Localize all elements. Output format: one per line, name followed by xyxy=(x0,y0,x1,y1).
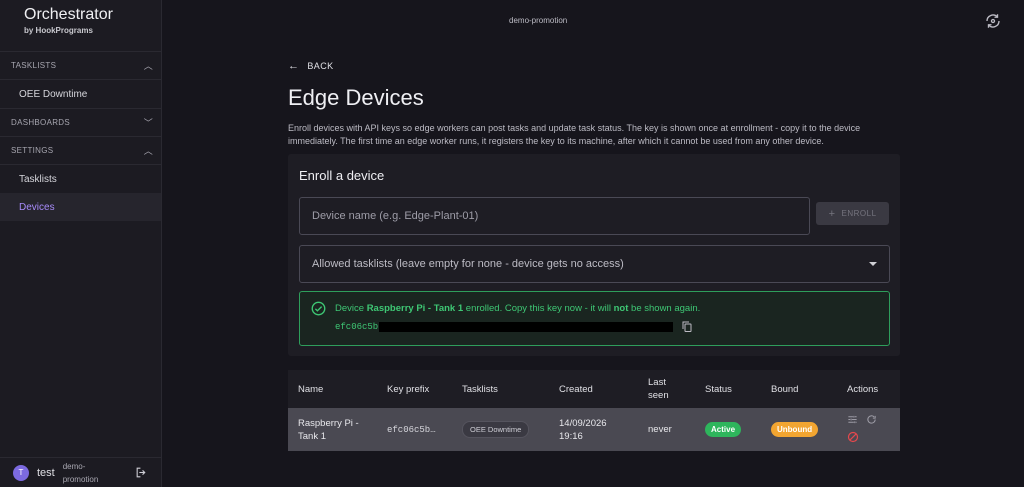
user-bar: T test demo-promotion xyxy=(0,457,162,487)
status-wrap: Active xyxy=(705,422,742,437)
app-title: Orchestrator xyxy=(24,6,113,23)
devices-table: Name Key prefix Tasklists Created Last s… xyxy=(288,370,900,451)
user-name: test xyxy=(37,466,55,479)
enroll-button[interactable]: + ENROLL xyxy=(816,202,889,225)
table-header: Name Key prefix Tasklists Created Last s… xyxy=(288,370,900,408)
page-description: Enroll devices with API keys so edge wor… xyxy=(288,123,861,146)
sync-icon[interactable] xyxy=(984,12,1002,30)
section-label: DASHBOARDS xyxy=(11,118,71,127)
main-content: ← BACK Edge Devices Enroll devices with … xyxy=(288,58,900,356)
col-header-key-prefix[interactable]: Key prefix xyxy=(387,384,429,395)
key-redaction xyxy=(379,321,674,332)
enroll-title: Enroll a device xyxy=(299,168,385,183)
revoke-icon[interactable] xyxy=(847,431,877,446)
tasklists-select[interactable]: Allowed tasklists (leave empty for none … xyxy=(299,245,890,283)
tasklist-chip: OEE Downtime xyxy=(462,421,530,438)
last-seen: never xyxy=(648,424,672,435)
status-badge: Active xyxy=(705,422,742,437)
col-header-bound[interactable]: Bound xyxy=(771,384,798,395)
plus-icon: + xyxy=(828,207,836,220)
col-header-last-seen[interactable]: Last seen xyxy=(648,376,678,402)
device-name-input[interactable] xyxy=(299,197,811,235)
enroll-button-label: ENROLL xyxy=(841,209,877,218)
created-date: 14/09/2026 19:16 xyxy=(559,417,607,442)
topbar: demo-promotion xyxy=(163,0,1024,44)
col-header-name[interactable]: Name xyxy=(298,384,323,395)
back-button[interactable]: ← BACK xyxy=(288,58,900,74)
refresh-icon[interactable] xyxy=(866,414,877,428)
key-prefix: efc06c5b… xyxy=(387,424,436,435)
arrow-left-icon: ← xyxy=(288,60,300,72)
row-actions xyxy=(847,414,877,446)
chevron-up-icon: ︿ xyxy=(143,61,153,71)
section-label: SETTINGS xyxy=(11,146,54,155)
tasklist-chip-wrap: OEE Downtime xyxy=(462,421,530,438)
brand: Orchestrator by HookPrograms xyxy=(0,0,161,52)
app-subtitle: by HookPrograms xyxy=(24,26,93,35)
back-label: BACK xyxy=(307,61,334,71)
success-message: Device Raspberry Pi - Tank 1 enrolled. C… xyxy=(335,303,701,314)
api-key[interactable]: efc06c5b xyxy=(335,322,378,332)
enrolled-device-name: Raspberry Pi - Tank 1 xyxy=(366,303,464,314)
page-title: Edge Devices xyxy=(288,85,424,110)
tune-icon[interactable] xyxy=(847,414,858,428)
bound-wrap: Unbound xyxy=(771,422,819,437)
copy-icon[interactable] xyxy=(681,320,693,333)
chevron-up-icon: ︿ xyxy=(143,146,153,156)
sidebar-item-tasklists[interactable]: Tasklists xyxy=(0,165,161,193)
workspace-name: demo-promotion xyxy=(509,16,568,25)
section-tasklists[interactable]: TASKLISTS ︿ xyxy=(0,52,161,80)
sidebar-item-oee-downtime[interactable]: OEE Downtime xyxy=(0,80,161,108)
section-label: TASKLISTS xyxy=(11,61,57,70)
col-header-created[interactable]: Created xyxy=(559,384,593,395)
col-header-tasklists[interactable]: Tasklists xyxy=(462,384,498,395)
device-name: Raspberry Pi - Tank 1 xyxy=(298,417,359,442)
avatar[interactable]: T xyxy=(13,464,29,481)
section-dashboards[interactable]: DASHBOARDS ﹀ xyxy=(0,109,161,137)
tasklists-placeholder: Allowed tasklists (leave empty for none … xyxy=(312,258,624,270)
sidebar-item-devices[interactable]: Devices xyxy=(0,193,161,221)
table-row: Raspberry Pi - Tank 1 efc06c5b… OEE Down… xyxy=(288,408,900,451)
col-header-status[interactable]: Status xyxy=(705,384,732,395)
check-circle-icon xyxy=(311,301,326,316)
success-alert: Device Raspberry Pi - Tank 1 enrolled. C… xyxy=(299,291,890,346)
col-header-actions: Actions xyxy=(847,383,879,395)
section-settings[interactable]: SETTINGS ︿ xyxy=(0,137,161,165)
dropdown-arrow-icon xyxy=(869,262,877,266)
bound-badge: Unbound xyxy=(771,422,819,437)
chevron-down-icon: ﹀ xyxy=(143,118,153,128)
sidebar: Orchestrator by HookPrograms TASKLISTS ︿… xyxy=(0,0,162,487)
logout-icon[interactable] xyxy=(135,466,148,482)
user-org: demo-promotion xyxy=(62,461,99,484)
enroll-card: Enroll a device + ENROLL Allowed tasklis… xyxy=(288,154,900,356)
